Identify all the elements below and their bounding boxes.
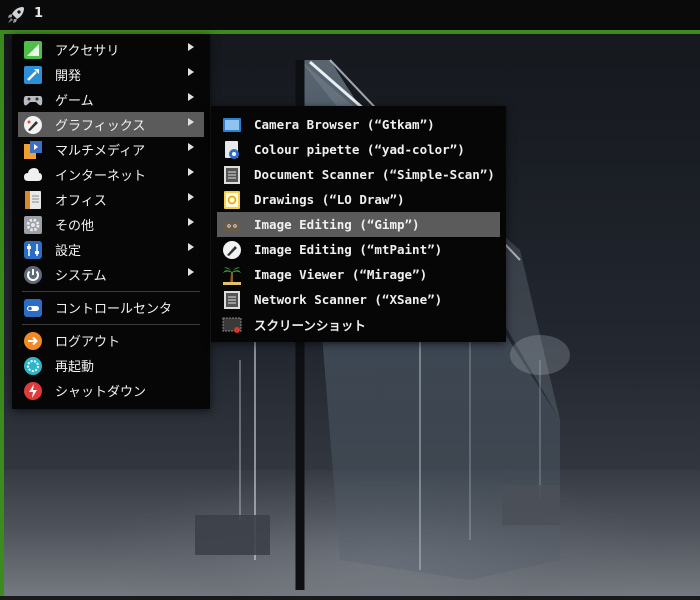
paint-icon [222, 240, 242, 260]
settings-icon [23, 240, 43, 260]
chevron-right-icon [188, 143, 194, 151]
gear-icon [23, 215, 43, 235]
submenu-item-label: Drawings (“LO Draw”) [254, 192, 405, 207]
document-scanner-icon [222, 165, 242, 185]
palm-tree-icon [222, 265, 242, 285]
chevron-right-icon [188, 193, 194, 201]
chevron-right-icon [188, 93, 194, 101]
menu-item-label: 開発 [55, 69, 82, 84]
menu-item-label: その他 [55, 219, 95, 234]
chevron-right-icon [188, 218, 194, 226]
cloud-icon [23, 165, 43, 185]
top-panel: 1 [0, 0, 700, 30]
menu-item-reboot[interactable]: 再起動 [18, 353, 204, 378]
submenu-item-label: Image Viewer (“Mirage”) [254, 267, 428, 282]
submenu-item-label: Document Scanner (“Simple-Scan”) [254, 167, 495, 182]
menu-item-multimedia[interactable]: マルチメディア [18, 137, 204, 162]
menu-item-label: グラフィックス [55, 119, 146, 134]
menu-item-control-center[interactable]: コントロールセンタ [18, 295, 204, 320]
shutdown-icon [23, 381, 43, 401]
accessories-icon [23, 40, 43, 60]
office-icon [23, 190, 43, 210]
main-menu: アクセサリ 開発 ゲーム グラフィックス マルチメディア インターネット オフィ… [12, 34, 210, 409]
submenu-item-xsane[interactable]: Network Scanner (“XSane”) [217, 287, 500, 312]
menu-item-label: ログアウト [55, 335, 121, 350]
chevron-right-icon [188, 118, 194, 126]
active-window-border-left [0, 30, 4, 600]
menu-item-other[interactable]: その他 [18, 212, 204, 237]
graphics-submenu: Camera Browser (“Gtkam”) Colour pipette … [211, 106, 506, 342]
menu-item-graphics[interactable]: グラフィックス [18, 112, 204, 137]
menu-item-settings[interactable]: 設定 [18, 237, 204, 262]
menu-item-label: マルチメディア [55, 144, 146, 159]
submenu-item-drawings[interactable]: Drawings (“LO Draw”) [217, 187, 500, 212]
chevron-right-icon [188, 268, 194, 276]
submenu-item-label: Network Scanner (“XSane”) [254, 292, 443, 307]
menu-item-shutdown[interactable]: シャットダウン [18, 378, 204, 403]
submenu-item-document-scanner[interactable]: Document Scanner (“Simple-Scan”) [217, 162, 500, 187]
submenu-item-label: スクリーンショット [254, 318, 366, 333]
graphics-icon [23, 115, 43, 135]
chevron-right-icon [188, 243, 194, 251]
reboot-icon [23, 356, 43, 376]
chevron-right-icon [188, 168, 194, 176]
scanner-icon [222, 290, 242, 310]
submenu-item-mtpaint[interactable]: Image Editing (“mtPaint”) [217, 237, 500, 262]
submenu-item-label: Camera Browser (“Gtkam”) [254, 117, 435, 132]
power-icon [23, 265, 43, 285]
menu-separator [22, 324, 200, 325]
menu-item-label: 設定 [55, 244, 82, 259]
menu-item-games[interactable]: ゲーム [18, 87, 204, 112]
submenu-item-mirage[interactable]: Image Viewer (“Mirage”) [217, 262, 500, 287]
menu-item-logout[interactable]: ログアウト [18, 328, 204, 353]
menu-item-label: 再起動 [55, 360, 95, 375]
menu-item-label: ゲーム [55, 94, 94, 109]
gamepad-icon [23, 90, 43, 110]
menu-item-label: システム [55, 269, 107, 284]
screenshot-icon [222, 315, 242, 335]
development-icon [23, 65, 43, 85]
menu-separator [22, 291, 200, 292]
drawing-icon [222, 190, 242, 210]
chevron-right-icon [188, 43, 194, 51]
menu-item-system[interactable]: システム [18, 262, 204, 287]
submenu-item-colour-pipette[interactable]: Colour pipette (“yad-color”) [217, 137, 500, 162]
menu-item-label: インターネット [55, 169, 147, 184]
submenu-item-label: Image Editing (“mtPaint”) [254, 242, 443, 257]
menu-item-internet[interactable]: インターネット [18, 162, 204, 187]
submenu-item-screenshot[interactable]: スクリーンショット [217, 312, 500, 337]
menu-item-label: オフィス [55, 194, 107, 209]
gimp-icon [222, 215, 242, 235]
menu-item-office[interactable]: オフィス [18, 187, 204, 212]
submenu-item-camera-browser[interactable]: Camera Browser (“Gtkam”) [217, 112, 500, 137]
multimedia-icon [23, 140, 43, 160]
submenu-item-label: Colour pipette (“yad-color”) [254, 142, 465, 157]
chevron-right-icon [188, 68, 194, 76]
rocket-icon[interactable] [6, 5, 26, 25]
menu-item-label: シャットダウン [55, 385, 147, 400]
menu-item-development[interactable]: 開発 [18, 62, 204, 87]
submenu-item-gimp[interactable]: Image Editing (“Gimp”) [217, 212, 500, 237]
camera-browser-icon [222, 115, 242, 135]
submenu-item-label: Image Editing (“Gimp”) [254, 217, 420, 232]
toggle-icon [23, 298, 43, 318]
menu-item-label: アクセサリ [55, 44, 120, 59]
logout-icon [23, 331, 43, 351]
bottom-edge [0, 596, 700, 600]
color-pipette-icon [222, 140, 242, 160]
menu-item-accessories[interactable]: アクセサリ [18, 37, 204, 62]
menu-item-label: コントロールセンタ [55, 302, 173, 317]
workspace-indicator[interactable]: 1 [34, 6, 43, 21]
